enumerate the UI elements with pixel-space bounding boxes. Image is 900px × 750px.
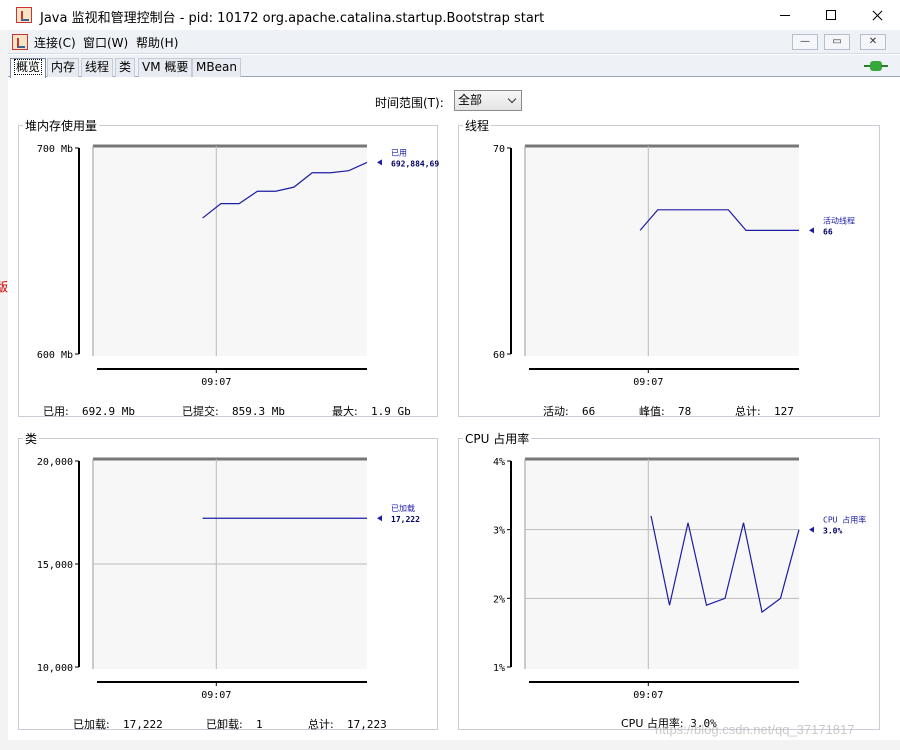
threads-panel: 线程 70 60 09:07 活动线程 66 活动: 66 峰值: 78 总计: 127	[458, 117, 880, 418]
stat-max: 最大: 1.9 Gb	[332, 405, 411, 418]
series-last-value: 692,884,696	[391, 159, 439, 168]
minimize-icon	[780, 15, 790, 16]
inner-restore-button[interactable]: ▭	[824, 34, 850, 50]
panel-title: CPU 占用率	[463, 430, 532, 447]
series-last-value: 3.0%	[823, 527, 842, 536]
inner-close-button[interactable]: ✕	[860, 34, 886, 50]
tab-vm-summary[interactable]: VM 概要	[138, 58, 193, 77]
tab-bar: 概览 内存 线程 类 VM 概要 MBean	[8, 55, 900, 78]
tab-memory[interactable]: 内存	[47, 58, 80, 77]
heap-memory-panel: 堆内存使用量 700 Mb 600 Mb 09:07 已用 692,884,696 已用…	[18, 117, 444, 418]
tab-threads[interactable]: 线程	[81, 58, 114, 77]
x-tick-label: 09:07	[201, 377, 231, 388]
background-window-edge: 版	[0, 30, 8, 740]
x-tick-label: 09:07	[633, 690, 663, 701]
stat-classes-total: 总计: 17,223	[308, 718, 387, 731]
tab-overview[interactable]: 概览	[10, 58, 47, 78]
threads-chart: 70 60 09:07 活动线程 66	[493, 144, 855, 388]
stat-total: 总计: 127	[735, 405, 794, 418]
y-tick-label: 20,000	[37, 457, 73, 468]
time-range-value: 全部	[458, 93, 483, 107]
series-end-marker	[377, 515, 382, 522]
series-last-value: 66	[823, 227, 833, 236]
minimize-button[interactable]	[762, 0, 808, 30]
series-end-marker	[377, 159, 382, 166]
window-title: Java 监视和管理控制台 - pid: 10172 org.apache.ca…	[40, 11, 545, 26]
title-bar[interactable]: Java 监视和管理控制台 - pid: 10172 org.apache.ca…	[8, 0, 900, 30]
menu-bar: 连接(C) 窗口(W) 帮助(H) — ▭ ✕	[8, 30, 900, 54]
plot-area	[93, 146, 367, 356]
y-tick-label: 60	[493, 350, 505, 361]
background-window-char: 版	[0, 280, 9, 294]
tab-mbean[interactable]: MBean	[192, 58, 241, 77]
menu-help[interactable]: 帮助(H)	[136, 34, 178, 51]
panel-title: 线程	[463, 117, 492, 134]
stat-live: 活动: 66	[543, 405, 596, 418]
series-end-marker	[809, 526, 814, 533]
stat-loaded: 已加载: 17,222	[73, 718, 163, 731]
series-name: 已用	[391, 148, 407, 157]
window-bottom-edge	[0, 740, 900, 750]
y-tick-label: 1%	[493, 663, 505, 674]
cpu-usage-panel: CPU 占用率 4% 3% 2% 1% 09:07 CPU 占用率 3.0% CPU 占用率…	[458, 430, 880, 730]
x-tick-label: 09:07	[201, 690, 231, 701]
y-tick-label: 700 Mb	[37, 144, 73, 155]
classes-panel: 类 20,000 15,000 10,000 09:07 已加载 17,222 已加载: …	[18, 430, 438, 731]
time-range-select[interactable]: 全部	[454, 90, 522, 111]
panel-title: 堆内存使用量	[23, 117, 100, 134]
y-tick-label: 600 Mb	[37, 350, 73, 361]
panel-title: 类	[23, 430, 40, 447]
y-tick-label: 4%	[493, 457, 505, 468]
close-button[interactable]	[854, 0, 900, 30]
stat-committed: 已提交: 859.3 Mb	[182, 405, 285, 418]
watermark: https://blog.csdn.net/qq_37171817	[655, 722, 855, 737]
stat-used: 已用: 692.9 Mb	[43, 405, 135, 418]
chevron-down-icon	[507, 94, 517, 104]
y-tick-label: 2%	[493, 594, 505, 605]
java-menu-icon[interactable]	[12, 34, 28, 50]
stat-unloaded: 已卸载: 1	[206, 718, 263, 731]
maximize-button[interactable]	[808, 0, 854, 30]
y-tick-label: 3%	[493, 526, 505, 537]
connection-status-icon	[864, 59, 888, 73]
stat-peak: 峰值: 78	[639, 405, 692, 418]
java-app-icon	[16, 7, 32, 23]
y-tick-label: 70	[493, 144, 505, 155]
menu-connect[interactable]: 连接(C)	[34, 34, 76, 51]
tab-classes[interactable]: 类	[115, 58, 136, 77]
series-name: 活动线程	[823, 215, 855, 225]
plot-area	[525, 459, 799, 669]
series-last-value: 17,222	[391, 515, 420, 524]
menu-window[interactable]: 窗口(W)	[83, 34, 128, 51]
series-name: CPU 占用率	[823, 515, 866, 525]
heap-memory-chart: 700 Mb 600 Mb 09:07 已用 692,884,696	[37, 144, 444, 388]
y-tick-label: 10,000	[37, 663, 73, 674]
x-tick-label: 09:07	[633, 377, 663, 388]
classes-chart: 20,000 15,000 10,000 09:07 已加载 17,222	[37, 457, 420, 701]
page: 版 Java 监视和管理控制台 - pid: 10172 org.apache.…	[0, 0, 900, 750]
overview-content: 时间范围(T): 全部 堆内存使用量 700 Mb 600 Mb 09:07 已用 69…	[8, 78, 892, 738]
series-name: 已加载	[391, 503, 415, 513]
plot-area	[525, 146, 799, 356]
time-range-label: 时间范围(T):	[375, 96, 444, 110]
maximize-icon	[826, 10, 836, 20]
inner-minimize-button[interactable]: —	[792, 34, 818, 50]
y-tick-label: 15,000	[37, 560, 73, 571]
cpu-usage-chart: 4% 3% 2% 1% 09:07 CPU 占用率 3.0%	[493, 457, 866, 701]
series-end-marker	[809, 227, 814, 234]
